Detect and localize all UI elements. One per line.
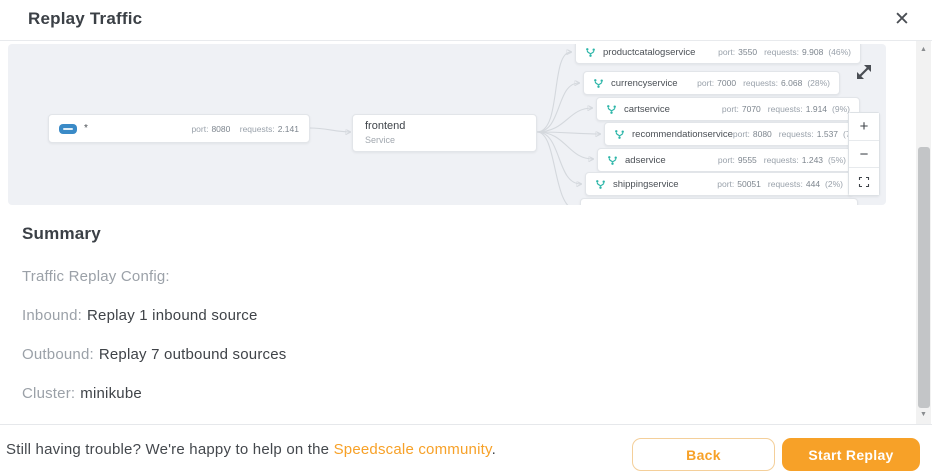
frontend-node-name: frontend [365,120,406,132]
source-node-label: * [84,123,88,134]
summary-row-outbound: Outbound: Replay 7 outbound sources [22,346,287,363]
summary-row-config: Traffic Replay Config: [22,268,170,285]
source-node-stats: port: 8080 requests: 2.141 [191,123,299,134]
frontend-node-type: Service [365,135,396,145]
modal-content: * port: 8080 requests: 2.141 frontend Serv… [0,41,915,424]
source-node[interactable]: * port: 8080 requests: 2.141 [48,114,310,143]
expand-map-icon[interactable] [849,58,879,88]
service-node-currencyservice[interactable]: currencyservice port: 7000 requests: 6.068(… [583,71,840,95]
service-branch-icon [607,104,616,114]
scrollbar-thumb[interactable] [917,147,930,408]
modal-title: Replay Traffic [28,9,143,28]
source-protocol-badge-icon [59,123,77,134]
service-node-cartservice[interactable]: cartservice port: 7070 requests: 1.914 (9%) [596,97,860,121]
diagonal-resize-arrow-icon [857,64,871,79]
zoom-in-button[interactable]: + [849,113,879,140]
summary-row-inbound: Inbound: Replay 1 inbound source [22,307,258,324]
start-replay-button[interactable]: Start Replay [782,438,920,471]
summary-row-cluster: Cluster: minikube [22,385,142,402]
modal-header: Replay Traffic ✕ [0,0,932,41]
fit-view-button[interactable] [849,167,879,196]
service-node-checkoutservice[interactable]: checkoutservice port:5050requests:7 [580,198,858,205]
service-node-adservice[interactable]: adservice port: 9555 requests: 1.243 (5%) [597,148,856,172]
service-node-productcatalogservice[interactable]: productcatalogservice port: 3550 requests:… [575,44,861,64]
vertical-scrollbar[interactable]: ▲ ▼ [916,41,931,424]
scroll-up-icon[interactable]: ▲ [916,43,931,57]
service-branch-icon [596,179,605,189]
service-branch-icon [590,205,601,206]
frontend-node[interactable]: frontend Service [352,114,537,152]
service-branch-icon [608,155,617,165]
service-node-shippingservice[interactable]: shippingservice port: 50051 requests: 444 (2… [585,172,853,196]
summary-heading: Summary [22,224,101,243]
modal-footer: Still having trouble? We're happy to hel… [0,424,932,476]
map-zoom-controls: + − [848,112,880,196]
service-node-recommendationservice[interactable]: recommendationservice port: 8080 requests:… [604,122,862,146]
replay-traffic-modal: Replay Traffic ✕ * port: 8080 requests: … [0,0,932,476]
back-button[interactable]: Back [632,438,775,471]
scroll-down-icon[interactable]: ▼ [916,408,931,422]
help-text: Still having trouble? We're happy to hel… [6,441,496,458]
close-icon[interactable]: ✕ [888,6,916,34]
service-branch-icon [594,78,603,88]
service-branch-icon [615,129,624,139]
traffic-service-map[interactable]: * port: 8080 requests: 2.141 frontend Serv… [8,44,886,205]
zoom-out-button[interactable]: − [849,139,879,168]
fullscreen-corners-icon [858,176,870,187]
speedscale-community-link[interactable]: Speedscale community [334,441,492,458]
service-branch-icon [586,47,595,57]
